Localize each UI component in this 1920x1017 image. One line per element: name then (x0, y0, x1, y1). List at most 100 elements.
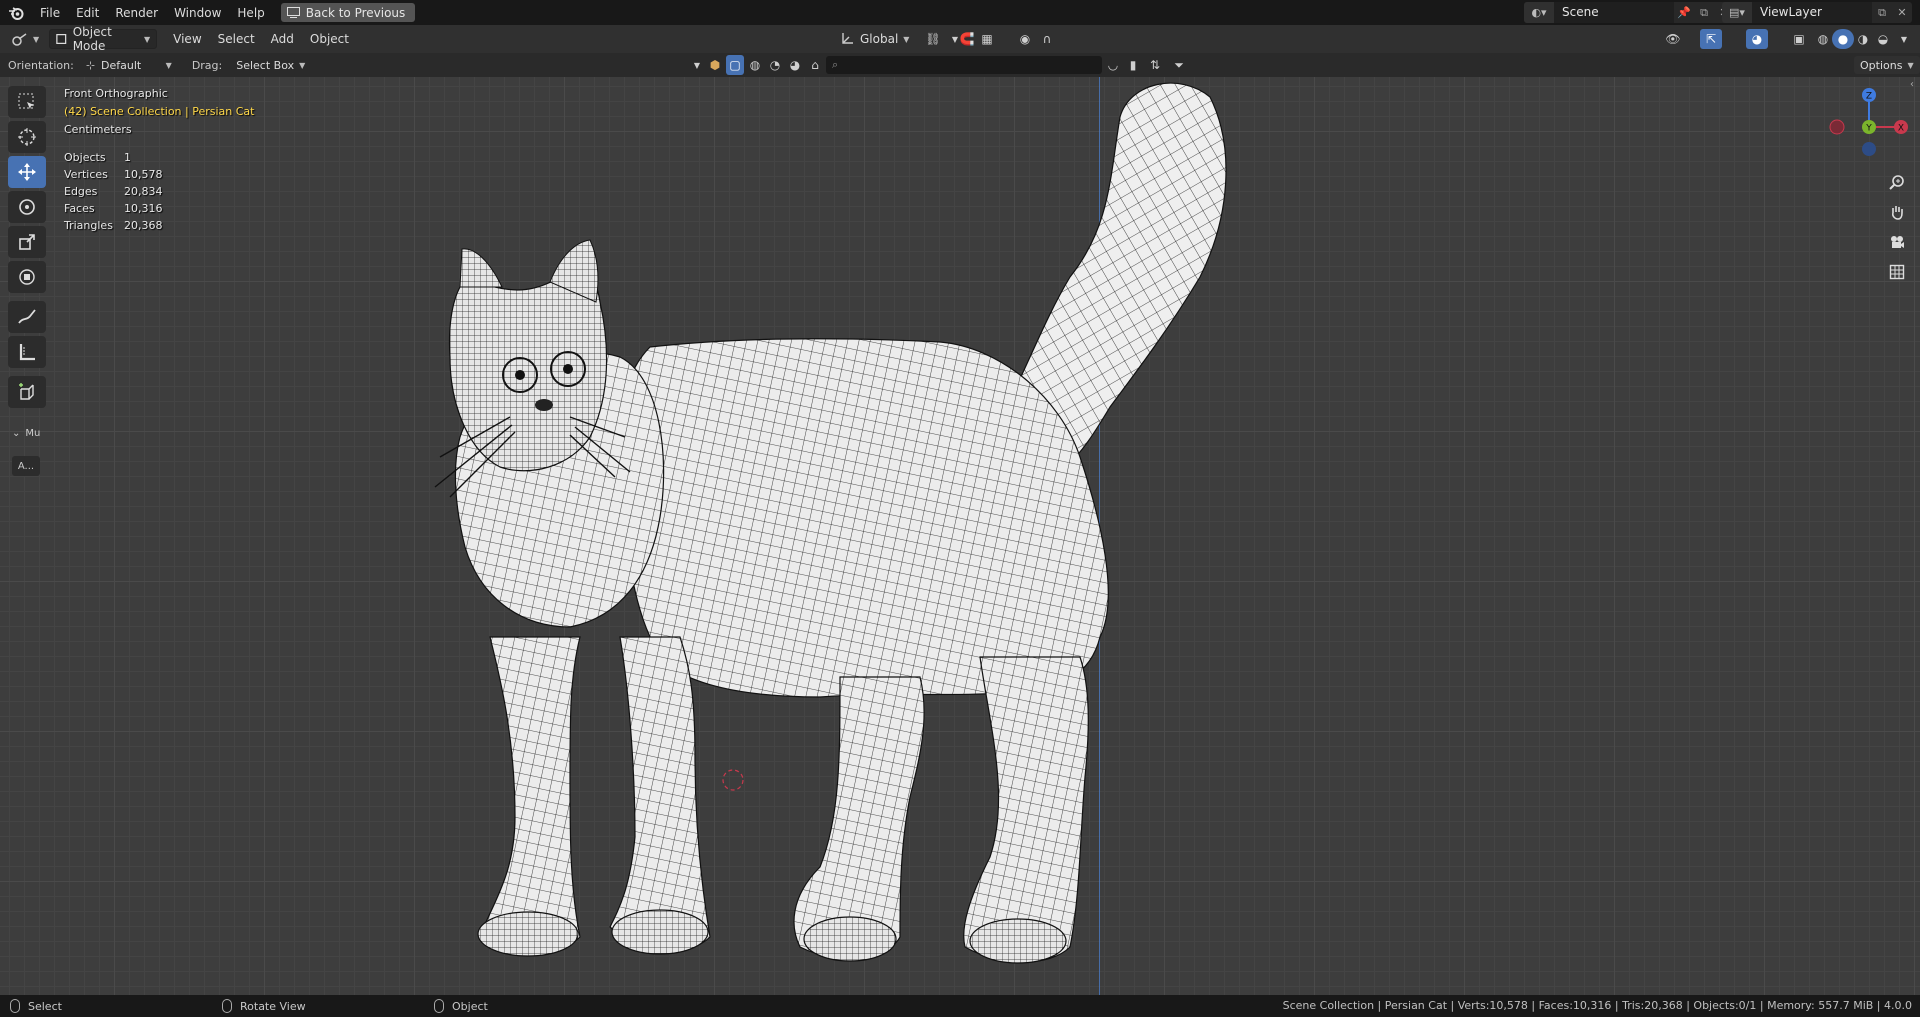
shading-material-icon[interactable]: ◑ (1852, 29, 1874, 49)
scene-browse-icon[interactable]: ◐▾ (1524, 2, 1554, 23)
outliner-filter-icons: ▼ ⬢ ▢ ◍ ◔ ◕ ⌂ (690, 55, 824, 75)
status-hint-label: Object (452, 999, 488, 1013)
add-cube-icon (19, 383, 34, 400)
back-to-previous-button[interactable]: Back to Previous (280, 3, 416, 22)
chevron-down-icon: ▼ (299, 60, 306, 70)
status-hint-select: Select (10, 999, 62, 1013)
rotate-icon (19, 199, 35, 215)
rotate-tool[interactable] (8, 191, 46, 223)
menu-object[interactable]: Object (302, 29, 357, 49)
stat-row-objects: Objects 1 (64, 149, 254, 166)
pan-view-button[interactable] (1884, 199, 1910, 225)
overlays-toggle-icon[interactable]: ◕ (1746, 29, 1768, 49)
3d-viewport[interactable]: ⌄ Mu A... Front Orthographic (42) Scene … (0, 77, 1920, 995)
zoom-view-button[interactable] (1884, 169, 1910, 195)
proportional-editing-icon[interactable]: ◉ (1014, 29, 1036, 49)
stat-value: 1 (124, 151, 131, 164)
transform-icon (19, 269, 35, 285)
gizmo-toggle-icon[interactable]: ⇱ (1700, 29, 1722, 49)
pin-icon[interactable]: 📌 (1674, 2, 1694, 23)
stat-label: Edges (64, 185, 98, 198)
orientation-label: Orientation: (8, 58, 74, 72)
mouse-middle-icon (222, 999, 232, 1013)
stat-value: 20,368 (124, 219, 163, 232)
visibility-icon[interactable]: 👁 (1662, 29, 1684, 49)
sort-icon[interactable]: ⇅ (1144, 55, 1166, 75)
menu-help[interactable]: Help (229, 2, 272, 24)
stat-row-edges: Edges 20,834 (64, 183, 254, 200)
select-box-tool[interactable] (8, 86, 46, 118)
move-tool[interactable] (8, 156, 46, 188)
mode-label: Object Mode (72, 25, 112, 53)
new-scene-icon[interactable]: ⧉ (1694, 2, 1714, 23)
scale-tool[interactable] (8, 226, 46, 258)
scene-selector: ◐▾ Scene 📌 ⧉ ✕ (1524, 2, 1734, 23)
snap-toggle-icon[interactable]: 🧲 (956, 29, 978, 49)
toggle-perspective-button[interactable] (1884, 259, 1910, 285)
sidebar-toggle-icon[interactable]: ‹ (1910, 79, 1914, 90)
view-layer-browse-icon[interactable]: ▤▾ (1722, 2, 1752, 23)
menu-window[interactable]: Window (166, 2, 229, 24)
new-view-layer-icon[interactable]: ⧉ (1872, 2, 1892, 23)
snap-target-icon[interactable]: ▦ (976, 29, 998, 49)
tool-settings-bar: Orientation: ⊹ Default ▼ Drag: Select Bo… (0, 53, 1920, 77)
options-dropdown[interactable]: Options ▼ (1854, 56, 1920, 74)
persian-cat-mesh[interactable] (420, 77, 1440, 995)
add-cube-tool[interactable] (8, 376, 46, 408)
scene-name-field[interactable]: Scene (1554, 2, 1674, 23)
pivot-point-icon[interactable]: ⛓ (922, 29, 944, 49)
transform-orientation-dropdown[interactable]: Global ▼ (834, 29, 915, 49)
shading-solid-icon[interactable]: ● (1832, 29, 1854, 49)
shading-rendered-icon[interactable]: ◒ (1872, 29, 1894, 49)
cursor-tool[interactable] (8, 121, 46, 153)
filter-toggle-icon[interactable]: ◡ (1104, 55, 1122, 75)
camera-icon[interactable]: ⌂ (806, 55, 824, 75)
falloff-icon[interactable]: ∩ (1036, 29, 1058, 49)
light-probe-icon[interactable]: ◔ (766, 55, 784, 75)
editor-type-button[interactable]: ▼ (6, 29, 45, 49)
world-icon[interactable]: ◕ (786, 55, 804, 75)
orientation-icon: ⊹ (85, 58, 96, 72)
xray-toggle-icon[interactable]: ▣ (1788, 29, 1810, 49)
viewport-search-input[interactable]: ⌕ (826, 56, 1102, 74)
view-layer-name-field[interactable]: ViewLayer (1752, 2, 1872, 23)
cursor-icon (18, 128, 36, 146)
drag-dropdown[interactable]: Select Box ▼ (230, 56, 312, 74)
menu-add[interactable]: Add (263, 29, 302, 49)
orientation-dropdown[interactable]: ⊹ Default ▼ (79, 56, 178, 74)
delete-view-layer-icon[interactable]: ✕ (1892, 2, 1912, 23)
transform-tool[interactable] (8, 261, 46, 293)
status-bar: Select Rotate View Object Scene Collecti… (0, 995, 1920, 1017)
panel-label: Mu (25, 428, 41, 439)
adjust-last-operation-toggle[interactable]: ⌄ Mu (12, 428, 40, 439)
orientation-value: Default (101, 58, 142, 72)
menu-view[interactable]: View (165, 29, 209, 49)
sphere-icon[interactable]: ◍ (746, 55, 764, 75)
object-types-icon[interactable]: ⬢ (706, 55, 724, 75)
annotate-tool[interactable] (8, 301, 46, 333)
funnel-filter-icon[interactable]: ⏷ (1168, 55, 1190, 75)
chevron-down-icon: ⌄ (12, 428, 21, 439)
camera-view-button[interactable] (1884, 229, 1910, 255)
scene-status-info: Scene Collection | Persian Cat | Verts:1… (1282, 999, 1912, 1012)
chevron-down-icon[interactable]: ▼ (690, 55, 704, 75)
menu-edit[interactable]: Edit (68, 2, 107, 24)
shading-wireframe-icon[interactable]: ◍ (1812, 29, 1834, 49)
zoom-icon (1889, 175, 1904, 190)
menu-render[interactable]: Render (107, 2, 166, 24)
navigation-gizmo[interactable]: Z X Y (1820, 77, 1920, 167)
measure-tool[interactable] (8, 336, 46, 368)
status-hint-label: Select (28, 999, 62, 1013)
menu-file[interactable]: File (32, 2, 68, 24)
gizmo-z-label: Z (1866, 92, 1872, 102)
gizmo-x-label: X (1898, 124, 1904, 134)
mode-dropdown[interactable]: Object Mode ▼ (49, 25, 158, 53)
bookmark-icon[interactable]: ▮ (1124, 55, 1142, 75)
select-mode-icon[interactable]: ▢ (726, 55, 744, 75)
chevron-down-icon[interactable]: ▼ (1893, 29, 1915, 49)
panel-mini-button[interactable]: A... (12, 456, 40, 476)
view-layer-selector: ▤▾ ViewLayer ⧉ ✕ (1722, 2, 1912, 23)
blender-logo-icon[interactable] (8, 5, 24, 21)
menu-select[interactable]: Select (210, 29, 263, 49)
collection-info: (42) Scene Collection | Persian Cat (64, 105, 255, 118)
